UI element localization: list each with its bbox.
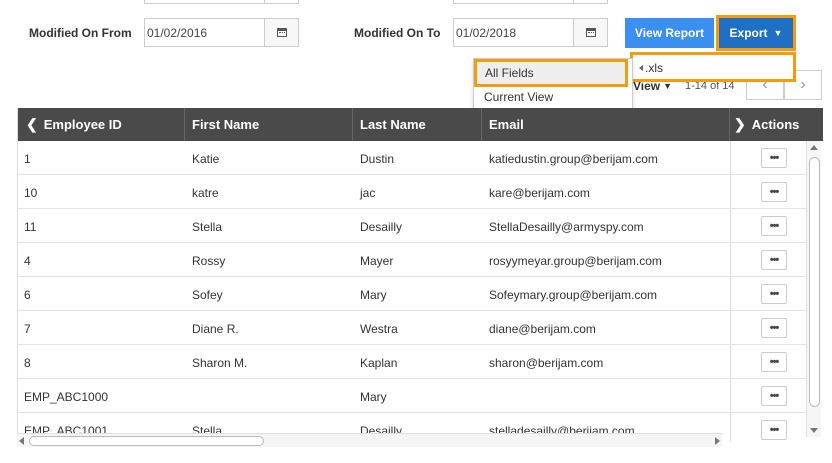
submenu-arrow-icon bbox=[639, 65, 643, 71]
top-field-left[interactable] bbox=[144, 0, 299, 4]
chevron-right-icon[interactable]: ❯ bbox=[734, 116, 746, 133]
table-row[interactable]: 1 Katie Dustin katiedustin.group@berijam… bbox=[18, 141, 808, 175]
table-row[interactable]: 8 Sharon M. Kaplan sharon@berijam.com bbox=[18, 345, 808, 379]
row-actions-button[interactable]: ••• bbox=[761, 352, 787, 372]
table-header: ❮ Employee ID First Name Last Name Email… bbox=[18, 108, 823, 141]
scroll-up-icon[interactable] bbox=[810, 145, 818, 150]
column-header-first-name[interactable]: First Name bbox=[185, 108, 353, 141]
cell-first-name: Katie bbox=[192, 152, 220, 166]
export-submenu: .xls bbox=[630, 52, 796, 82]
cell-email: diane@berijam.com bbox=[489, 322, 596, 336]
cell-employee-id: EMP_ABC1000 bbox=[24, 390, 109, 404]
export-button[interactable]: Export ▼ bbox=[716, 15, 796, 51]
vertical-scrollbar[interactable] bbox=[806, 141, 821, 437]
column-header-label: First Name bbox=[192, 117, 260, 132]
employee-grid: ❮ Employee ID First Name Last Name Email… bbox=[17, 108, 823, 441]
table-row[interactable]: EMP_ABC1000 Mary bbox=[18, 379, 808, 413]
column-header-actions[interactable]: ❯ Actions bbox=[730, 108, 823, 141]
cell-last-name: Mayer bbox=[360, 254, 394, 268]
view-report-button[interactable]: View Report bbox=[625, 18, 714, 48]
row-actions-button[interactable]: ••• bbox=[761, 182, 787, 202]
horizontal-scroll-thumb[interactable] bbox=[29, 436, 264, 446]
table-row[interactable]: 7 Diane R. Westra diane@berijam.com bbox=[18, 311, 808, 345]
cell-email: StellaDesailly@armyspy.com bbox=[489, 220, 644, 234]
modified-from-field[interactable]: 01/02/2016 bbox=[144, 18, 299, 47]
column-header-last-name[interactable]: Last Name bbox=[353, 108, 482, 141]
caret-down-icon: ▼ bbox=[773, 28, 783, 38]
table-row[interactable]: 6 Sofey Mary Sofeymary.group@berijam.com bbox=[18, 277, 808, 311]
row-actions-button[interactable]: ••• bbox=[761, 250, 787, 270]
column-header-label: Last Name bbox=[360, 117, 426, 132]
column-header-label: Email bbox=[489, 117, 524, 132]
row-actions-button[interactable]: ••• bbox=[761, 284, 787, 304]
cell-last-name: Dustin bbox=[360, 152, 395, 166]
column-header-employee-id[interactable]: ❮ Employee ID bbox=[18, 108, 185, 141]
calendar-button[interactable] bbox=[573, 19, 607, 46]
row-actions-button[interactable]: ••• bbox=[761, 148, 787, 168]
top-field-right[interactable] bbox=[453, 0, 608, 4]
cell-email: sharon@berijam.com bbox=[489, 356, 604, 370]
modified-to-value[interactable]: 01/02/2018 bbox=[456, 26, 516, 40]
row-actions-button[interactable]: ••• bbox=[761, 216, 787, 236]
cell-last-name: Mary bbox=[360, 390, 387, 404]
modified-from-label: Modified On From bbox=[29, 26, 132, 40]
calendar-icon[interactable] bbox=[573, 0, 607, 3]
cell-employee-id: 10 bbox=[24, 186, 38, 200]
calendar-icon[interactable] bbox=[264, 0, 298, 3]
fields-menu: All Fields Current View bbox=[473, 58, 633, 112]
cell-last-name: Mary bbox=[360, 288, 387, 302]
export-xls-label: .xls bbox=[645, 61, 663, 75]
cell-employee-id: 8 bbox=[24, 356, 31, 370]
column-header-label: Actions bbox=[751, 117, 800, 132]
cell-employee-id: 4 bbox=[24, 254, 31, 268]
cell-employee-id: 1 bbox=[24, 152, 31, 166]
cell-email: kare@berijam.com bbox=[489, 186, 590, 200]
horizontal-scrollbar[interactable] bbox=[17, 433, 722, 447]
cell-first-name: Diane R. bbox=[192, 322, 239, 336]
vertical-scroll-thumb[interactable] bbox=[809, 157, 820, 407]
table-row[interactable]: 10 katre jac kare@berijam.com bbox=[18, 175, 808, 209]
chevron-left-icon[interactable]: ❮ bbox=[26, 116, 38, 133]
column-header-email[interactable]: Email bbox=[482, 108, 730, 141]
table-row[interactable]: 11 Stella Desailly StellaDesailly@armysp… bbox=[18, 209, 808, 243]
calendar-button[interactable] bbox=[264, 19, 298, 46]
export-xls-option[interactable]: .xls bbox=[639, 61, 663, 75]
calendar-icon bbox=[276, 28, 287, 37]
cell-first-name: Sofey bbox=[192, 288, 223, 302]
modified-to-label: Modified On To bbox=[354, 26, 441, 40]
chevron-right-icon: › bbox=[800, 76, 806, 93]
cell-email: Sofeymary.group@berijam.com bbox=[489, 288, 658, 302]
cell-employee-id: 7 bbox=[24, 322, 31, 336]
scroll-left-icon[interactable] bbox=[19, 437, 24, 445]
menu-item-current-view[interactable]: Current View bbox=[484, 90, 553, 104]
cell-email: rosyymeyar.group@berijam.com bbox=[489, 254, 662, 268]
menu-item-all-fields[interactable]: All Fields bbox=[474, 59, 628, 87]
cell-first-name: Rossy bbox=[192, 254, 226, 268]
row-actions-button[interactable]: ••• bbox=[761, 318, 787, 338]
scroll-right-icon[interactable] bbox=[715, 437, 720, 445]
cell-last-name: Kaplan bbox=[360, 356, 398, 370]
cell-employee-id: 6 bbox=[24, 288, 31, 302]
row-actions-button[interactable]: ••• bbox=[761, 420, 787, 440]
export-label: Export bbox=[729, 26, 768, 40]
table-row[interactable]: 4 Rossy Mayer rosyymeyar.group@berijam.c… bbox=[18, 243, 808, 277]
cell-email: katiedustin.group@berijam.com bbox=[489, 152, 658, 166]
calendar-icon bbox=[585, 28, 596, 37]
modified-to-field[interactable]: 01/02/2018 bbox=[453, 18, 608, 47]
cell-first-name: Sharon M. bbox=[192, 356, 248, 370]
scroll-down-icon[interactable] bbox=[810, 428, 818, 433]
row-actions-button[interactable]: ••• bbox=[761, 386, 787, 406]
cell-last-name: jac bbox=[360, 186, 376, 200]
cell-first-name: Stella bbox=[192, 220, 223, 234]
cell-first-name: katre bbox=[192, 186, 219, 200]
cell-last-name: Westra bbox=[360, 322, 398, 336]
caret-down-icon: ▼ bbox=[663, 81, 673, 91]
column-header-label: Employee ID bbox=[43, 117, 122, 132]
cell-employee-id: 11 bbox=[24, 220, 37, 234]
cell-last-name: Desailly bbox=[360, 220, 403, 234]
modified-from-value[interactable]: 01/02/2016 bbox=[147, 26, 207, 40]
